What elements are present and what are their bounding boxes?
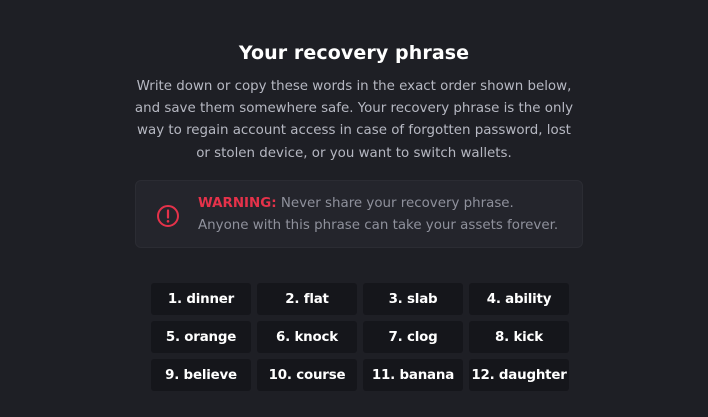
recovery-words-grid: 1. dinner 2. flat 3. slab 4. ability 5. … xyxy=(151,283,570,397)
warning-line1: Never share your recovery phrase. xyxy=(276,196,514,211)
words-row: 5. orange 6. knock 7. clog 8. kick xyxy=(151,321,570,353)
recovery-phrase-screen: Your recovery phrase Write down or copy … xyxy=(0,0,708,417)
recovery-word: 9. believe xyxy=(151,359,251,391)
recovery-word: 11. banana xyxy=(363,359,463,391)
warning-box: WARNING: Never share your recovery phras… xyxy=(135,180,583,248)
recovery-word: 5. orange xyxy=(151,321,251,353)
recovery-word: 6. knock xyxy=(257,321,357,353)
words-row: 1. dinner 2. flat 3. slab 4. ability xyxy=(151,283,570,315)
recovery-word: 2. flat xyxy=(257,283,357,315)
recovery-word: 12. daughter xyxy=(469,359,569,391)
warning-label: WARNING: xyxy=(198,196,277,211)
words-row: 9. believe 10. course 11. banana 12. dau… xyxy=(151,359,570,391)
recovery-word: 3. slab xyxy=(363,283,463,315)
warning-line2: Anyone with this phrase can take your as… xyxy=(198,218,559,233)
warning-text: WARNING: Never share your recovery phras… xyxy=(198,193,578,237)
page-title: Your recovery phrase xyxy=(238,42,470,64)
recovery-word: 8. kick xyxy=(469,321,569,353)
instructions-text: Write down or copy these words in the ex… xyxy=(134,79,574,161)
exclamation-circle-icon xyxy=(156,204,180,228)
recovery-word: 7. clog xyxy=(363,321,463,353)
recovery-word: 1. dinner xyxy=(151,283,251,315)
recovery-word: 10. course xyxy=(257,359,357,391)
recovery-word: 4. ability xyxy=(469,283,569,315)
